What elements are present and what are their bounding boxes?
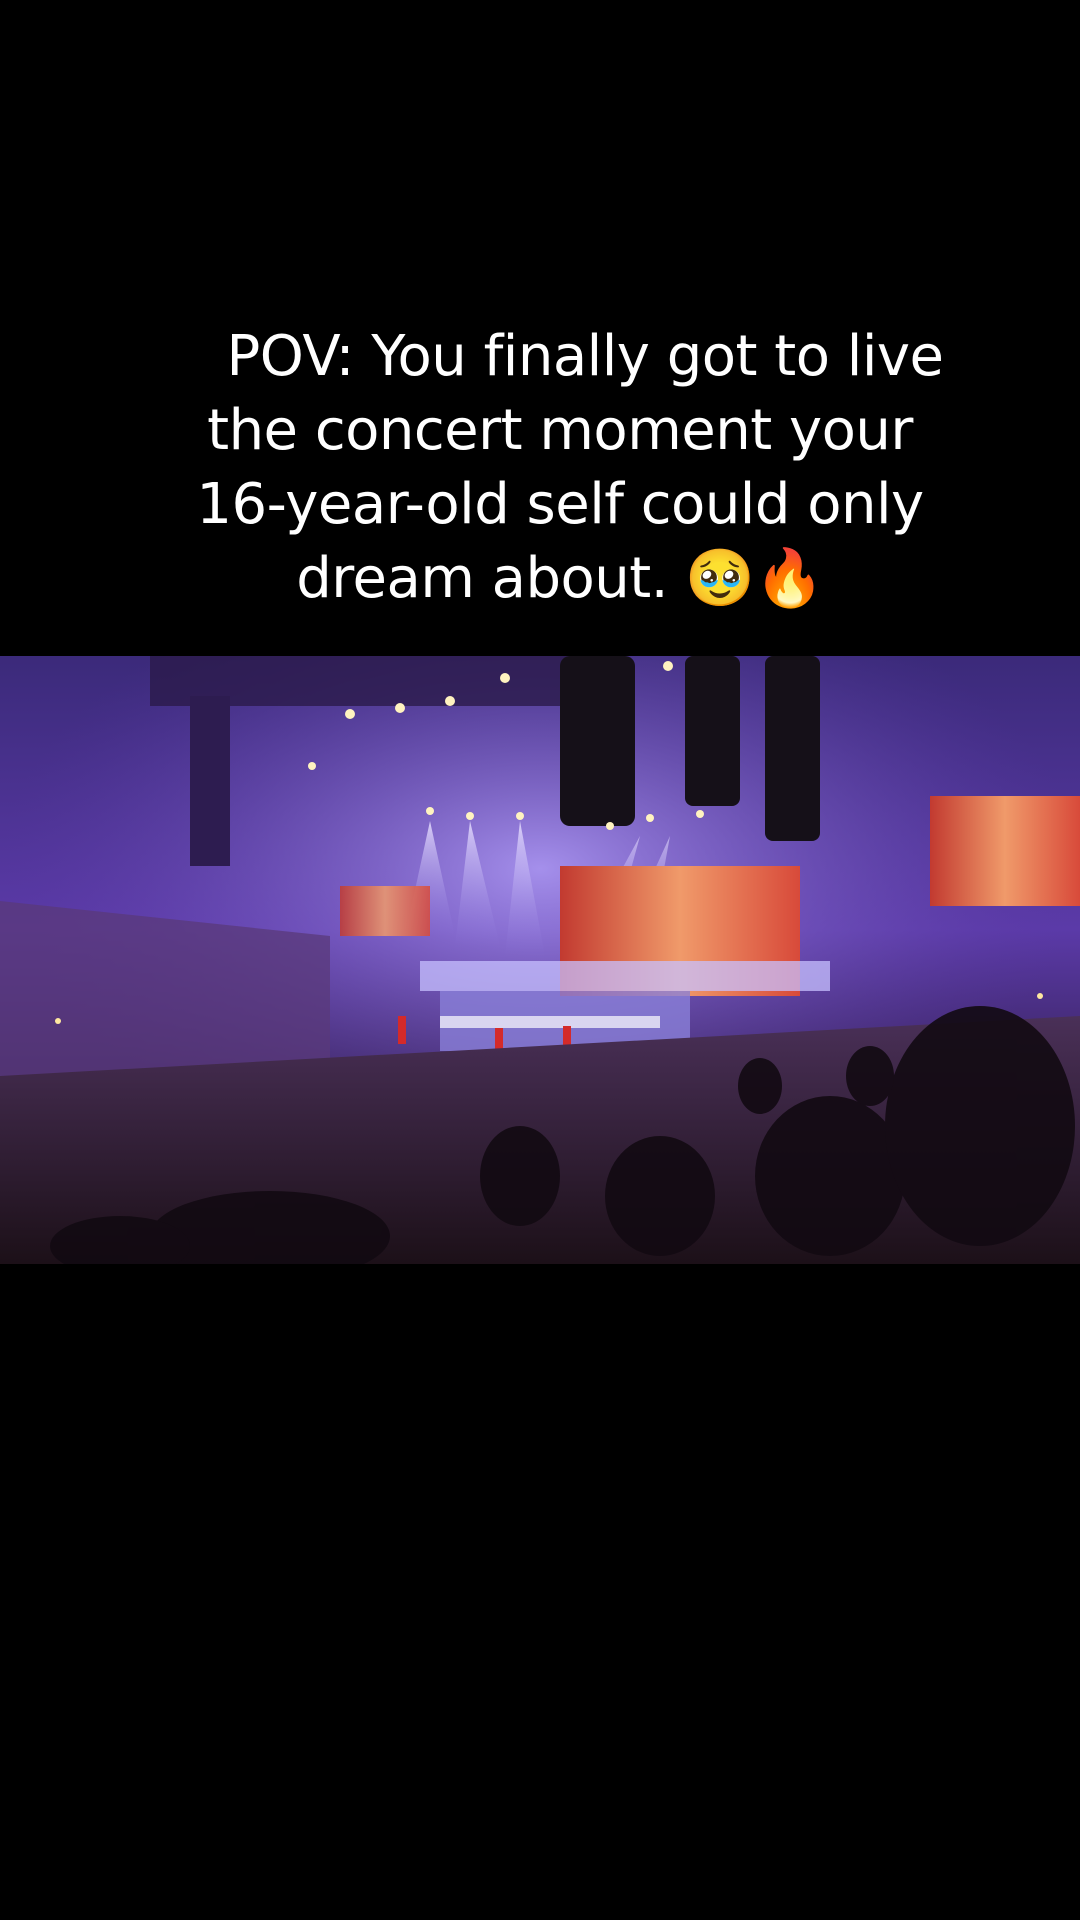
caption-line-3: 16-year-old self could only (196, 472, 924, 537)
concert-scene-image (0, 656, 1080, 1264)
concert-video[interactable] (0, 656, 1080, 1264)
caption-line-1: POV: You finally got to live (226, 324, 944, 389)
caption-line-4: dream about. 🥹🔥 (296, 546, 824, 611)
video-caption: POV: You finally got to live the concert… (120, 320, 1000, 616)
caption-line-2: the concert moment your (207, 398, 913, 463)
